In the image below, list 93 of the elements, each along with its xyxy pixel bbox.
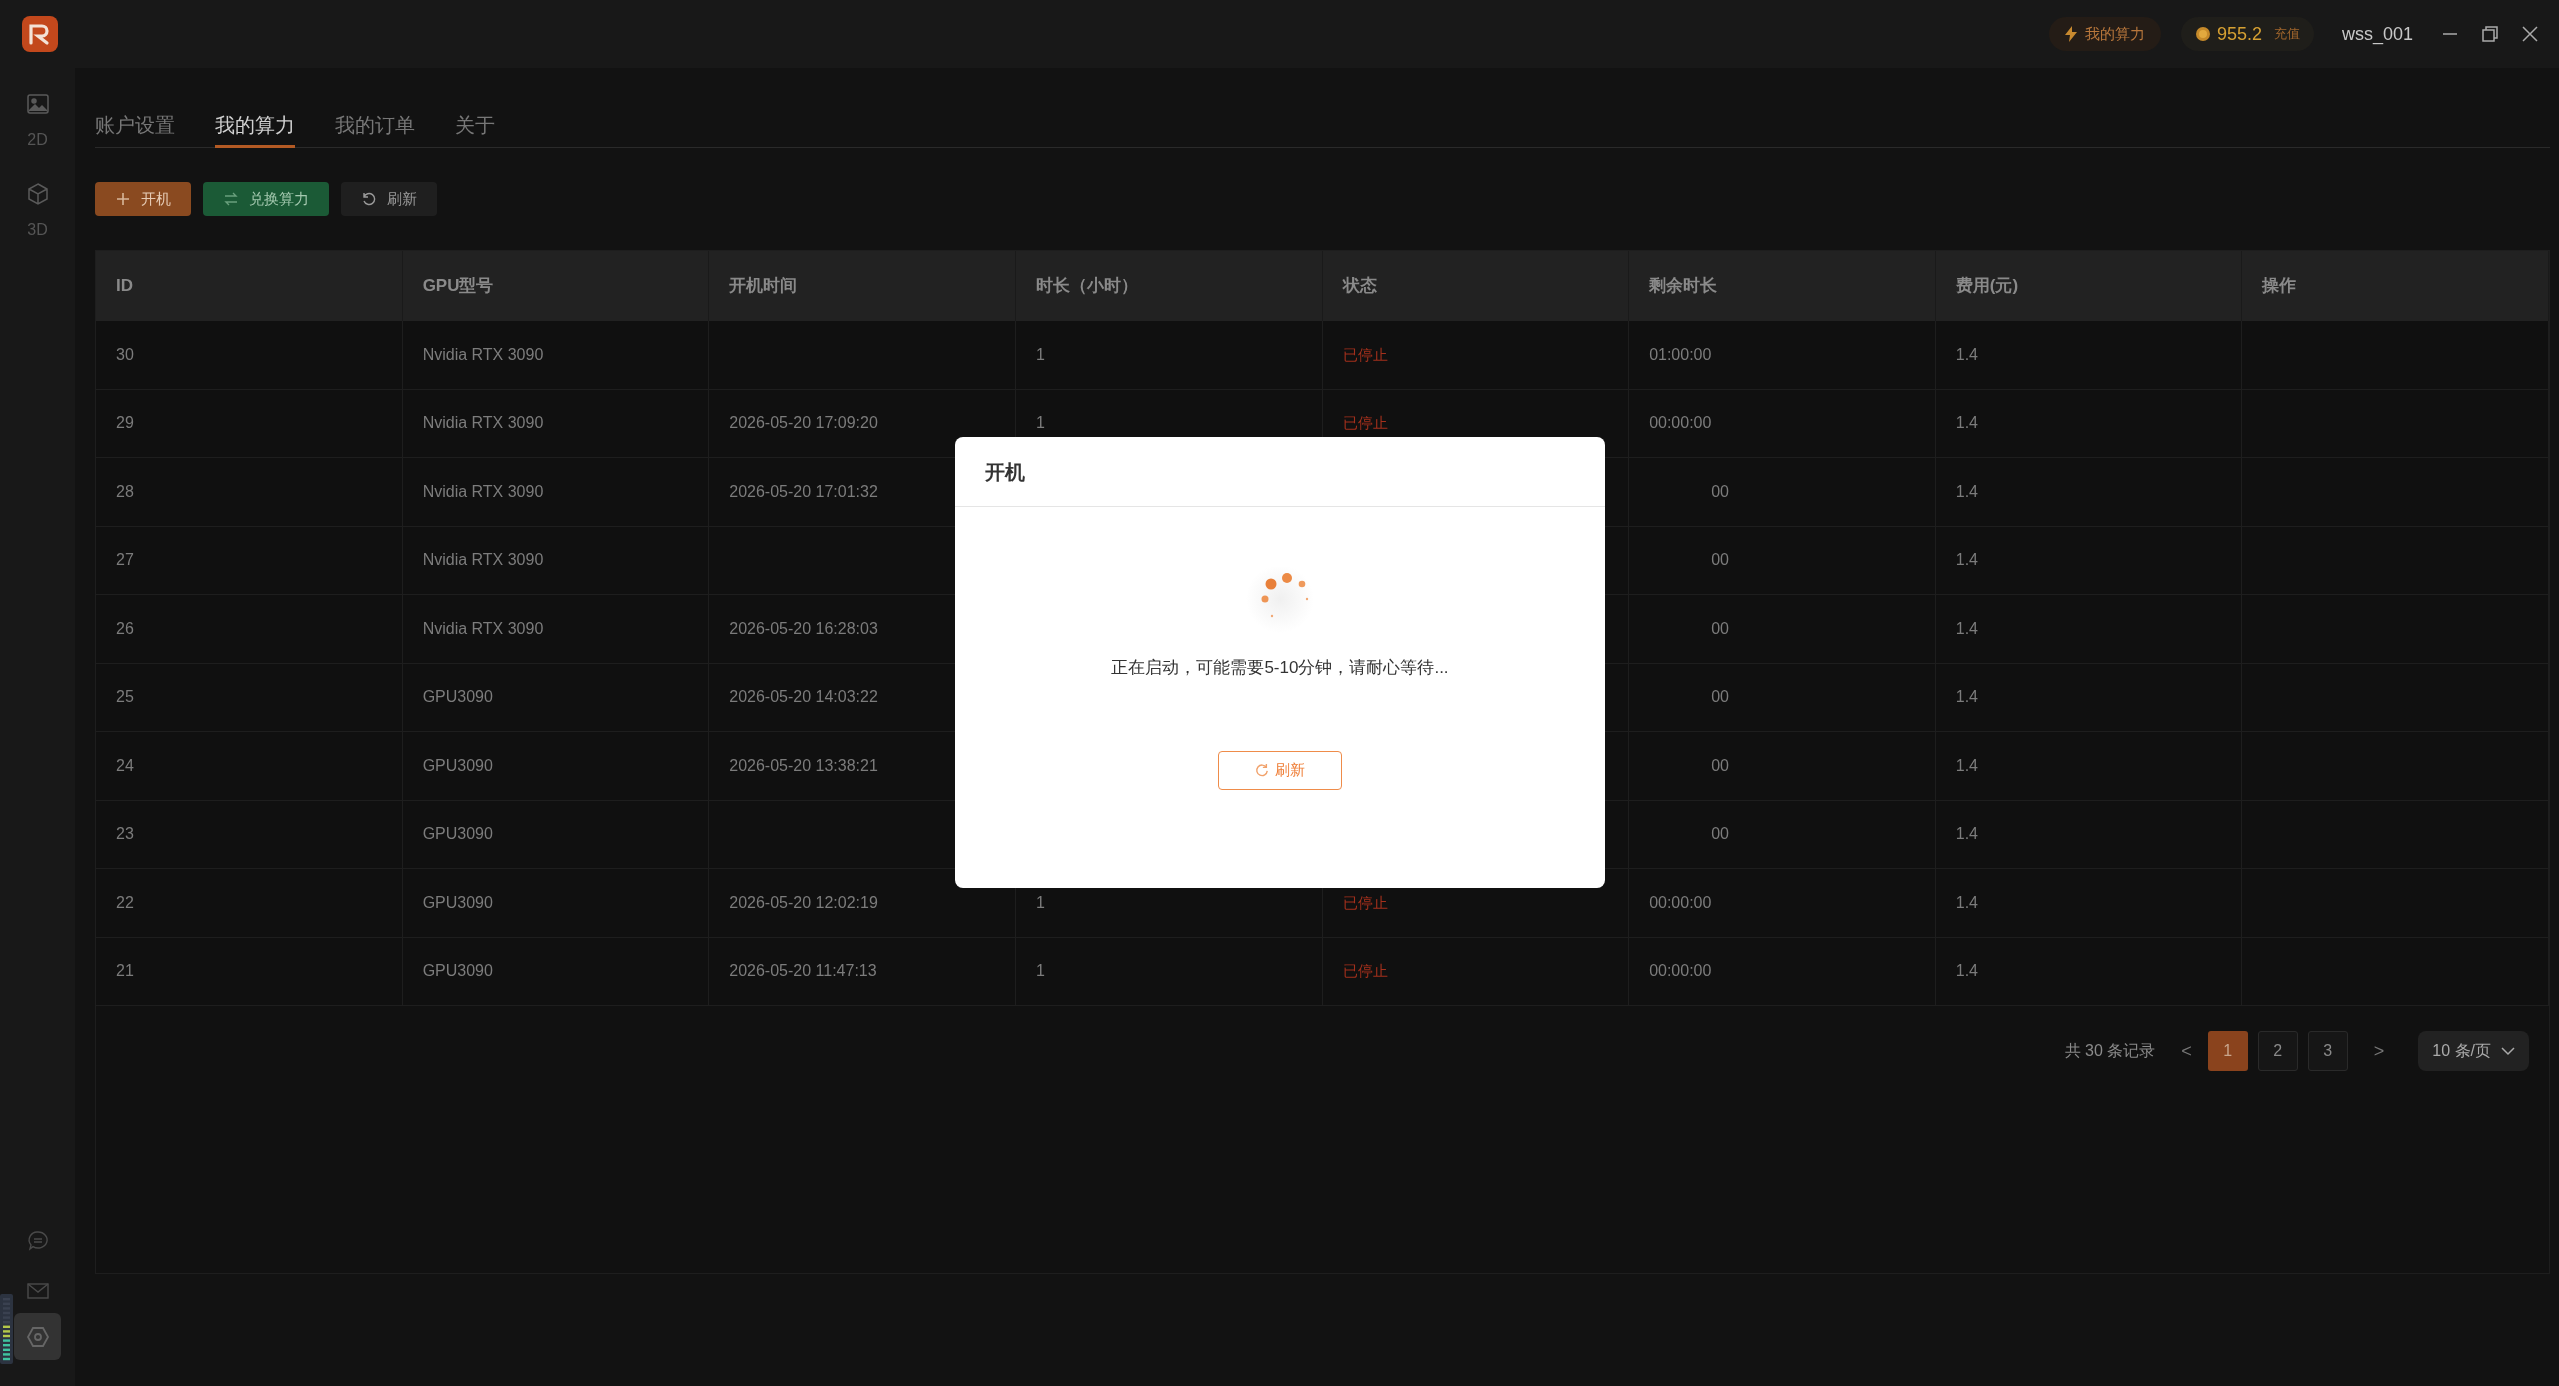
table-cell-text: 01:00:00 [1649,344,1712,365]
table-cell-text: Nvidia RTX 3090 [422,618,544,639]
image-icon [25,92,50,116]
table-cell-text: 1.4 [1955,687,1978,708]
coin-icon [2194,26,2211,42]
tab[interactable]: 我的订单 [335,104,415,148]
page-number[interactable]: 1 [2207,1031,2248,1071]
table-cell-text: 26 [116,618,134,639]
page-number[interactable]: 2 [2257,1031,2298,1071]
recharge-link[interactable]: 充值 [2273,24,2300,44]
refresh-button[interactable]: 刷新 [1218,750,1342,790]
table-cell-text: 1.4 [1955,344,1978,365]
table-cell-text: 22 [116,892,134,913]
lightning-icon [2064,26,2077,42]
toolbar-button[interactable]: 兑换算力 [203,182,329,216]
balance-amount: 955.2 [2216,22,2262,46]
table-cell-text: GPU3090 [422,824,493,845]
table-cell-text: 1 [1035,413,1045,434]
table-cell-text: Nvidia RTX 3090 [422,344,544,365]
table-cell-text: 30 [116,344,134,365]
table-cell-text: Nvidia RTX 3090 [422,413,544,434]
tab[interactable]: 账户设置 [95,104,175,148]
table-cell-text: 2026-05-20 16:28:03 [729,618,878,639]
table-cell-text: 24 [116,755,134,776]
page-number[interactable]: 3 [2307,1031,2348,1071]
table-cell-text: 2026-05-20 13:38:21 [729,755,878,776]
table-cell-text: 00 [1711,550,1729,571]
table-cell-text: 00 [1711,755,1729,776]
compute-power-button[interactable]: 我的算力 [2048,17,2161,51]
table-cell-text: 00 [1711,824,1729,845]
page-size-select[interactable]: 10 条/页 [2418,1031,2529,1071]
table-cell-text: GPU3090 [422,687,493,708]
table-cell-text: Nvidia RTX 3090 [422,550,544,571]
username: wss_001 [2341,22,2413,47]
table-cell-text: 1 [1035,892,1045,913]
table-cell-text: 25 [116,687,134,708]
settings-icon [25,1324,50,1349]
table-cell-text: 2026-05-20 11:47:13 [729,961,877,982]
table-cell-text: 2026-05-20 17:09:20 [729,413,878,434]
toolbar-button[interactable]: 刷新 [341,182,437,216]
prev-page-button[interactable]: < [2175,1037,2198,1065]
dialog-message: 正在启动，可能需要5-10分钟，请耐心等待... [1111,657,1449,679]
swap-icon [223,191,239,207]
status-text: 已停止 [1342,413,1388,433]
table-cell-text: 2026-05-20 12:02:19 [729,892,878,913]
table-cell-text: 21 [116,961,134,982]
table-cell-text: 00 [1711,481,1729,502]
table-cell-text: 1.4 [1955,618,1978,639]
table-cell-text: GPU3090 [422,892,493,913]
tab[interactable]: 我的算力 [215,104,295,148]
app-logo [22,16,58,52]
table-cell-text: 00:00:00 [1649,413,1712,434]
table-cell-text: 00 [1711,687,1729,708]
table-cell-text: 2026-05-20 14:03:22 [729,687,878,708]
dialog-title: 开机 [985,459,1025,485]
status-text: 已停止 [1342,961,1388,981]
table-cell-text: 2026-05-20 17:01:32 [729,481,878,502]
table-cell-text: GPU3090 [422,755,493,776]
table-cell-text: 00 [1711,618,1729,639]
table-cell-text: 27 [116,550,134,571]
table-cell-text: 1.4 [1955,755,1978,776]
tab[interactable]: 关于 [455,104,495,148]
close-icon[interactable] [2521,25,2539,43]
table-cell-text: 1.4 [1955,824,1978,845]
sidebar-label[interactable]: 3D [27,218,48,242]
table-cell-text: GPU3090 [422,961,493,982]
sidebar-label[interactable]: 2D [27,128,48,152]
table-cell-text: 00:00:00 [1649,961,1712,982]
cube-icon [25,182,50,206]
chevron-down-icon [2501,1046,2515,1056]
level-meter-icon [0,1294,13,1364]
table-cell-text: 1.4 [1955,481,1978,502]
table-cell-text: Nvidia RTX 3090 [422,481,544,502]
table-cell-text: 1.4 [1955,892,1978,913]
table-cell-text: 1 [1035,344,1045,365]
table-cell-text: 1.4 [1955,550,1978,571]
toolbar-button[interactable]: 开机 [95,182,191,216]
table-cell-text: 1 [1035,961,1045,982]
restore-icon[interactable] [2481,25,2499,43]
settings-button[interactable] [14,1313,61,1360]
refresh-icon [361,191,377,207]
table-cell-text: 00:00:00 [1649,892,1712,913]
table-cell-text: 1.4 [1955,413,1978,434]
record-count: 共 30 条记录 [2064,1041,2156,1061]
table-cell-text: 23 [116,824,134,845]
table-cell-text: 29 [116,413,134,434]
refresh-icon [1255,763,1269,777]
next-page-button[interactable]: > [2367,1037,2391,1065]
plus-icon [115,191,131,207]
status-text: 已停止 [1342,344,1388,365]
table-cell-text: 28 [116,481,134,502]
table-cell-text: 1.4 [1955,961,1978,982]
status-text: 已停止 [1342,892,1388,913]
